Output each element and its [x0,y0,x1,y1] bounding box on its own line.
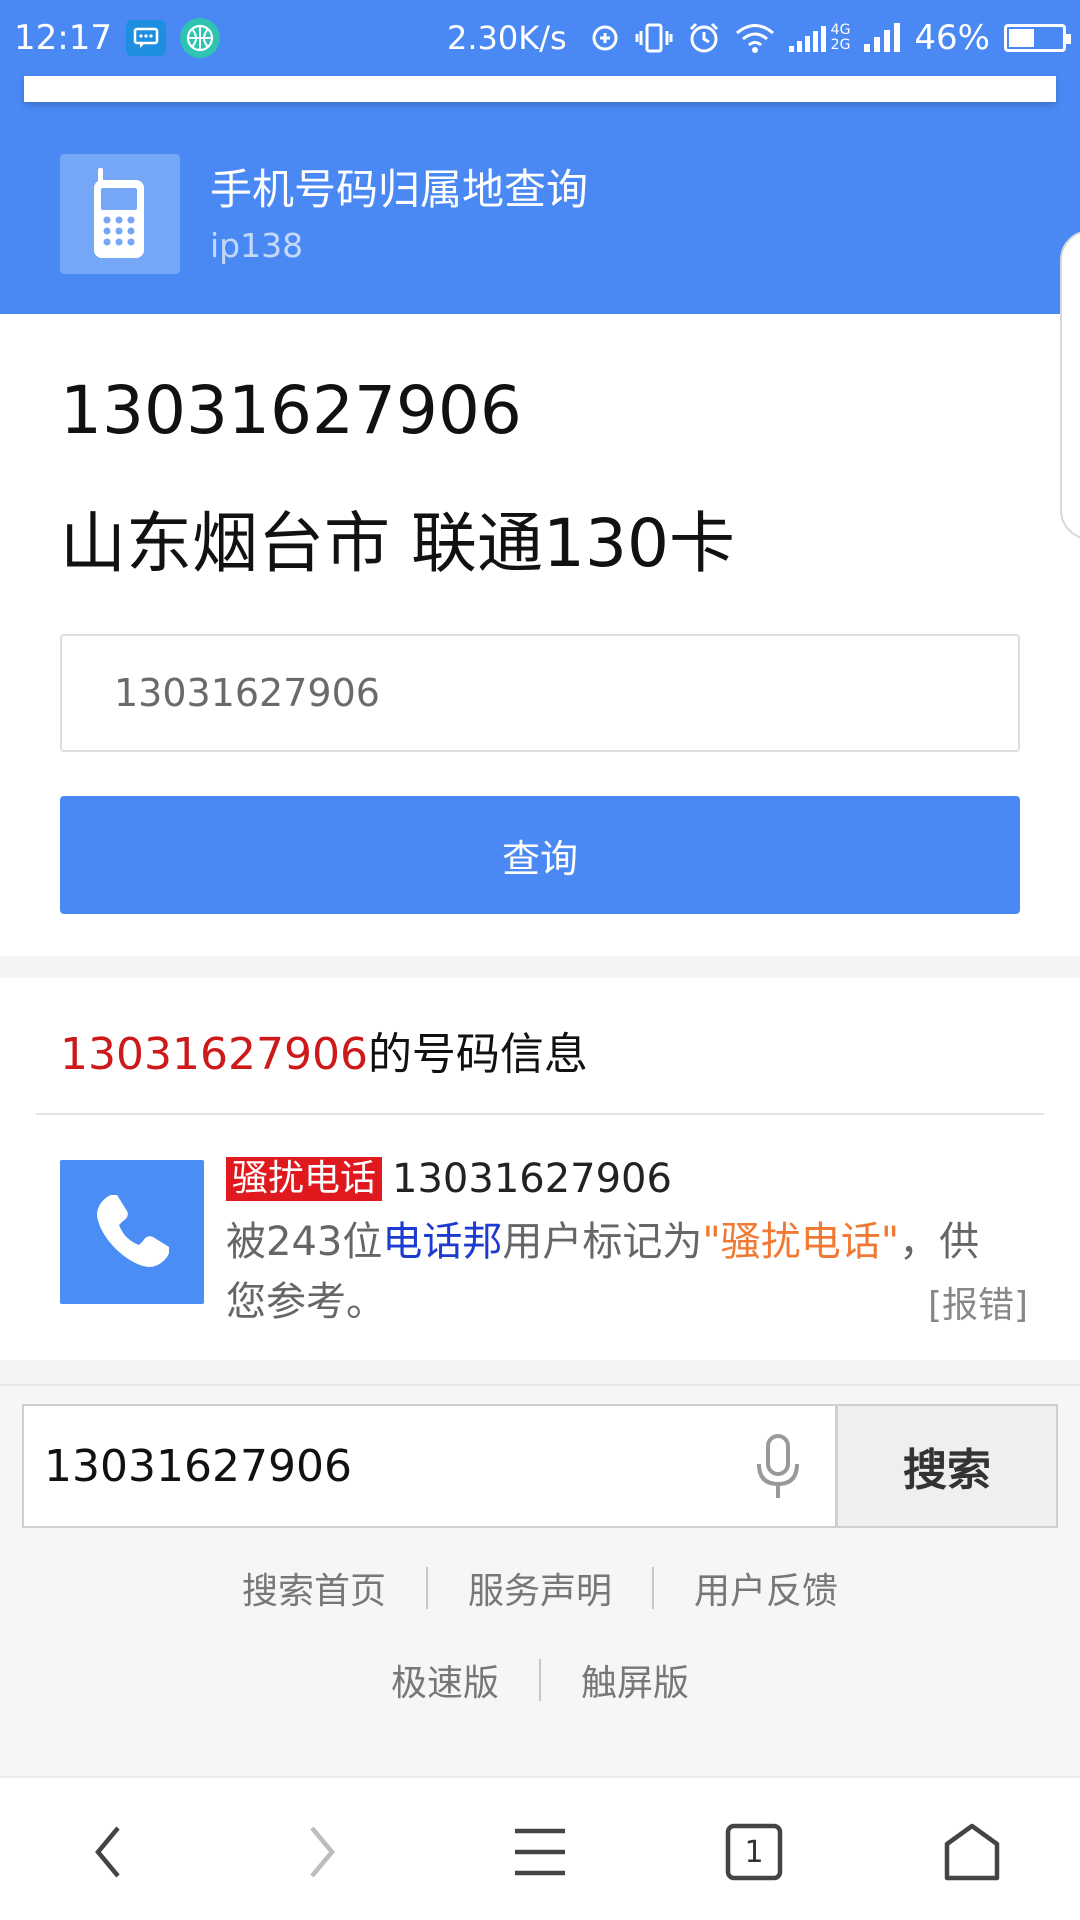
report-error-link[interactable]: [报错] [928,1276,1028,1328]
browser-address-strip [24,76,1056,102]
mobile-phone-icon [60,154,180,274]
section-divider [0,956,1080,978]
side-drawer-handle[interactable] [1060,230,1080,540]
home-icon [944,1823,1000,1881]
status-time: 12:17 [14,18,112,58]
info-heading-number: 13031627906 [60,1029,368,1080]
network-4g-label: 4G [830,22,851,38]
network-speed: 2.30K/s [446,19,567,57]
data-saver-icon [589,22,621,54]
info-tag-number: 13031627906 [392,1156,672,1202]
app-subtitle: ip138 [210,226,304,265]
wifi-icon [735,22,775,54]
phone-handset-icon [60,1160,204,1304]
footer-link-service-terms[interactable]: 服务声明 [468,1562,612,1614]
message-notification-icon [125,20,166,56]
signal-4g-2g-icon: 4G 2G [788,22,851,54]
back-arrow-icon [95,1826,120,1878]
home-button[interactable] [922,1802,1022,1902]
menu-button[interactable] [490,1802,590,1902]
hamburger-menu-icon [515,1828,565,1876]
section-divider-2 [0,1360,1080,1384]
forward-arrow-icon [310,1826,335,1878]
tabs-button[interactable]: 1 [704,1802,804,1902]
status-bar: 12:17 2.30K/s 4G 2G 46% [0,0,1080,76]
status-bar-right: 2.30K/s 4G 2G 46% [446,18,1071,58]
footer-separator [652,1567,654,1609]
battery-fill [1009,29,1034,47]
battery-icon [1004,24,1071,52]
footer-links-row2: 极速版 触屏版 [0,1654,1080,1706]
info-text-middle: 用户标记为 [502,1219,703,1265]
footer-separator [425,1567,428,1609]
info-heading-suffix: 的号码信息 [367,1029,588,1080]
footer-link-feedback[interactable]: 用户反馈 [694,1562,838,1614]
footer-link-touch-version[interactable]: 触屏版 [581,1654,689,1706]
signal-bars-icon [864,22,901,54]
info-text-tag: "骚扰电话" [702,1219,900,1265]
back-button[interactable] [58,1802,158,1902]
spam-call-badge: 骚扰电话 [226,1157,383,1201]
browser-nav-bar: 1 [0,1776,1080,1920]
footer-links-row1: 搜索首页 服务声明 用户反馈 [0,1562,1080,1614]
footer-link-search-home[interactable]: 搜索首页 [242,1562,386,1614]
tab-count: 1 [744,1834,764,1870]
app-title: 手机号码归属地查询 [210,165,589,214]
result-phone-number: 13031627906 [60,372,522,449]
source-link[interactable]: 电话邦 [382,1219,502,1265]
number-info-heading: 13031627906的号码信息 [60,1018,588,1082]
forward-button[interactable] [272,1802,372,1902]
info-tag-line: 骚扰电话 13031627906 [226,1156,672,1202]
info-divider [36,1113,1044,1115]
network-2g-label: 2G [830,37,851,53]
query-button[interactable]: 查询 [60,796,1020,914]
result-location: 山东烟台市 联通130卡 [60,505,735,582]
battery-percent: 46% [914,18,990,58]
alarm-icon [687,21,721,55]
footer-link-lite-version[interactable]: 极速版 [391,1654,499,1706]
status-bar-left: 12:17 [14,18,220,58]
search-button[interactable]: 搜索 [836,1404,1058,1528]
search-input[interactable] [44,1406,724,1526]
info-description: 被243位电话邦用户标记为"骚扰电话"，供您参考。 [226,1212,1016,1332]
footer-separator [539,1659,541,1701]
vibrate-icon [635,22,673,54]
basketball-app-icon [179,18,220,58]
phone-number-input[interactable] [60,634,1020,752]
search-box [22,1404,837,1528]
microphone-icon[interactable] [753,1434,803,1500]
header-band: 手机号码归属地查询 ip138 [0,76,1080,314]
info-text-prefix: 被243位 [226,1219,383,1265]
